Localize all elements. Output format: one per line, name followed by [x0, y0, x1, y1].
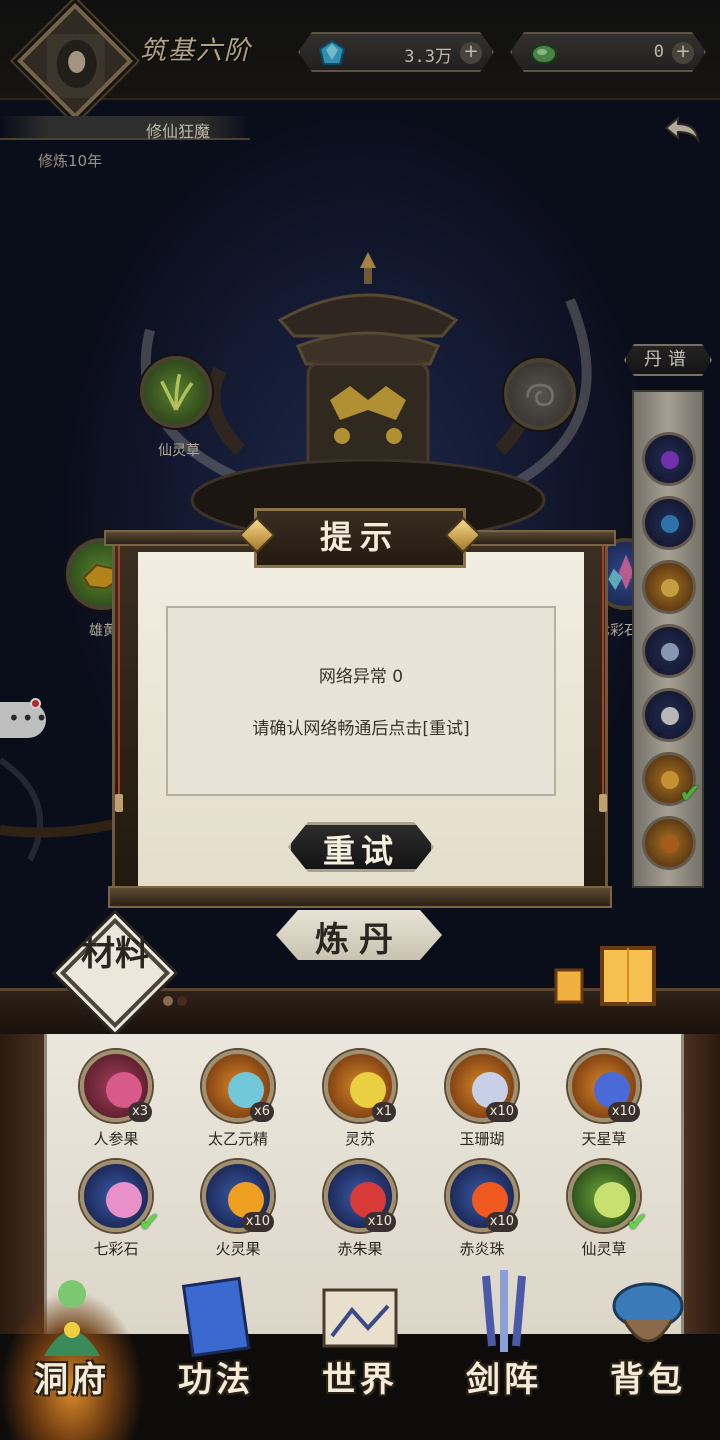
nav-label: 洞府: [34, 1360, 110, 1400]
material-name: 太乙元精: [207, 1130, 268, 1148]
error-message: 请确认网络畅通后点击[重试]: [252, 719, 470, 739]
material-item[interactable]: x3 人参果: [68, 1050, 164, 1160]
material-item[interactable]: x10 火灵果: [190, 1160, 286, 1270]
immortal-figure-icon: [44, 1280, 100, 1356]
nav-cave-dwelling[interactable]: 洞府: [0, 1266, 144, 1440]
check-icon: ✔: [626, 1208, 648, 1238]
material-name: 仙灵草: [581, 1240, 627, 1258]
refine-button[interactable]: 炼丹: [276, 910, 442, 960]
check-icon: ✔: [138, 1208, 160, 1238]
nav-techniques[interactable]: 功法: [144, 1266, 288, 1440]
scroll-rod-bottom: [108, 886, 612, 908]
nav-sword-array[interactable]: 剑阵: [432, 1266, 576, 1440]
material-name: 七彩石: [93, 1240, 139, 1258]
refine-button-label: 炼丹: [315, 920, 403, 960]
nav-label: 背包: [610, 1360, 686, 1400]
page-indicator: [163, 996, 187, 1006]
lantern-small-icon: [554, 968, 584, 1004]
scroll-map-icon: [322, 1288, 398, 1348]
material-name: 赤朱果: [337, 1240, 383, 1258]
swords-icon: [482, 1270, 526, 1352]
material-count: x1: [372, 1102, 396, 1122]
retry-button-label: 重试: [322, 832, 399, 870]
material-count: x10: [241, 1212, 274, 1232]
bag-icon: [612, 1282, 684, 1343]
material-count: x10: [363, 1212, 396, 1232]
nav-backpack[interactable]: 背包: [576, 1266, 720, 1440]
spirit-grass-icon: [594, 1182, 630, 1218]
retry-button[interactable]: 重试: [288, 822, 434, 872]
material-name: 天星草: [581, 1130, 627, 1148]
material-name: 火灵果: [215, 1240, 261, 1258]
nav-world[interactable]: 世界: [288, 1266, 432, 1440]
tassel-left-end: [115, 794, 123, 812]
material-item[interactable]: x6 太乙元精: [190, 1050, 286, 1160]
dialog-title: 提示: [319, 518, 400, 556]
tassel-right-end: [599, 794, 607, 812]
material-count: x10: [485, 1102, 518, 1122]
material-item[interactable]: x10 赤炎珠: [434, 1160, 530, 1270]
nav-label: 剑阵: [466, 1360, 542, 1400]
material-item[interactable]: x10 天星草: [556, 1050, 652, 1160]
lantern-large-icon: [600, 946, 656, 1006]
material-name: 灵苏: [344, 1130, 375, 1148]
material-count: x10: [485, 1212, 518, 1232]
material-item[interactable]: x10 赤朱果: [312, 1160, 408, 1270]
material-name: 玉珊瑚: [459, 1130, 505, 1148]
material-name: 赤炎珠: [459, 1240, 505, 1258]
seven-color-stone-icon: [106, 1182, 142, 1218]
message-box: [166, 606, 556, 796]
material-count: x3: [128, 1102, 152, 1122]
material-name: 人参果: [93, 1130, 139, 1148]
tassel-left: [118, 546, 120, 796]
material-count: x10: [607, 1102, 640, 1122]
material-item[interactable]: ✔ 仙灵草: [556, 1160, 652, 1270]
material-count: x6: [250, 1102, 274, 1122]
materials-tab-label: 材料: [81, 934, 149, 974]
material-item[interactable]: x1 灵苏: [312, 1050, 408, 1160]
materials-tab[interactable]: 材料: [59, 917, 171, 1029]
nav-label: 世界: [322, 1360, 398, 1400]
tassel-right: [602, 546, 604, 796]
book-icon: [181, 1276, 251, 1358]
material-item[interactable]: x10 玉珊瑚: [434, 1050, 530, 1160]
error-title: 网络异常 0: [318, 667, 404, 687]
material-item[interactable]: ✔ 七彩石: [68, 1160, 164, 1270]
nav-label: 功法: [178, 1360, 254, 1400]
